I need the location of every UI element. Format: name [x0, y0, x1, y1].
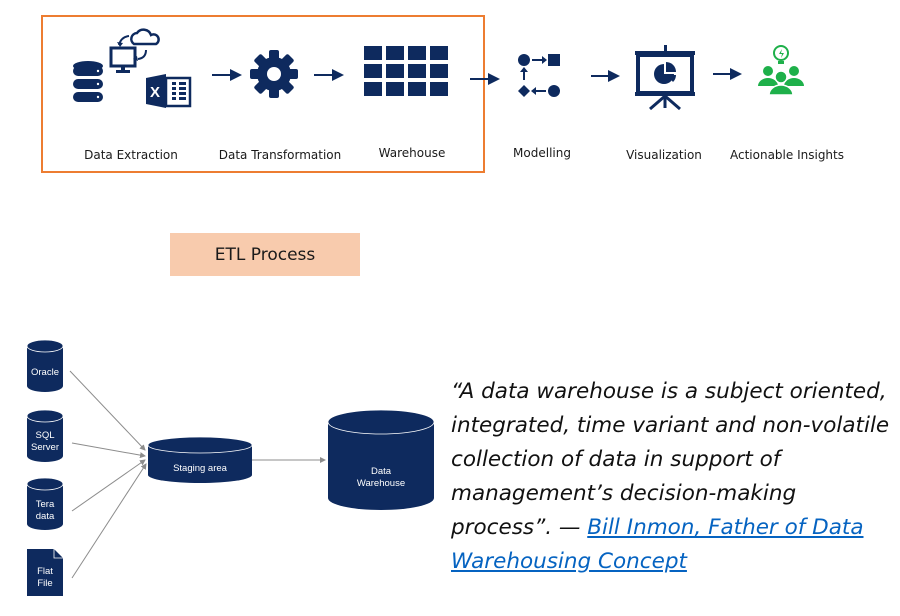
- cloud-icon: [130, 28, 160, 46]
- source-teradata: Tera data: [26, 477, 64, 530]
- connector-teradata-staging: [71, 459, 146, 512]
- source-label: Server: [31, 442, 59, 453]
- connector-oracle-staging: [69, 370, 146, 451]
- stage-label-data-extraction: Data Extraction: [84, 148, 178, 162]
- warehouse-label: Warehouse: [357, 478, 405, 489]
- source-label: Oracle: [31, 367, 59, 378]
- source-label: Flat: [37, 566, 53, 577]
- stage-label-visualization: Visualization: [626, 148, 702, 162]
- svg-text:X: X: [150, 84, 160, 101]
- connector-flatfile-staging: [71, 463, 147, 579]
- stage-label-actionable-insights: Actionable Insights: [730, 148, 844, 162]
- inmon-quote: “A data warehouse is a subject oriented,…: [451, 375, 891, 579]
- source-flat-file: Flat File: [27, 549, 63, 596]
- warehouse-label: Data: [371, 466, 392, 477]
- source-label: data: [36, 511, 55, 522]
- monitor-icon: [109, 46, 137, 73]
- connector-sqlserver-staging: [71, 442, 146, 459]
- stage-label-data-transformation: Data Transformation: [218, 148, 342, 162]
- data-warehouse-cylinder: Data Warehouse: [327, 409, 435, 510]
- top-flow-diagram: X: [73, 28, 804, 111]
- source-sql-server: SQL Server: [26, 409, 64, 462]
- presentation-chart-icon: [635, 45, 695, 111]
- excel-icon: X: [146, 74, 192, 108]
- staging-label: Staging area: [173, 463, 228, 474]
- etl-architecture-diagram: Oracle SQL Server Tera data Flat File St…: [26, 339, 435, 596]
- gear-icon: [250, 50, 298, 98]
- etl-process-label: ETL Process: [170, 233, 360, 276]
- lightbulb-icon: [773, 45, 789, 64]
- pie-chart-icon: [654, 62, 676, 84]
- database-icon: [73, 61, 103, 102]
- data-sources-icon: X: [73, 28, 192, 108]
- source-label: SQL: [35, 430, 54, 441]
- modelling-icon: [518, 54, 560, 97]
- insights-people-icon: [758, 45, 804, 96]
- source-oracle: Oracle: [26, 339, 64, 392]
- staging-area: Staging area: [147, 436, 253, 483]
- grid-icon: [364, 46, 448, 96]
- stage-label-warehouse: Warehouse: [378, 146, 446, 160]
- source-label: File: [37, 578, 52, 589]
- stage-label-modelling: Modelling: [513, 146, 571, 160]
- source-label: Tera: [36, 499, 55, 510]
